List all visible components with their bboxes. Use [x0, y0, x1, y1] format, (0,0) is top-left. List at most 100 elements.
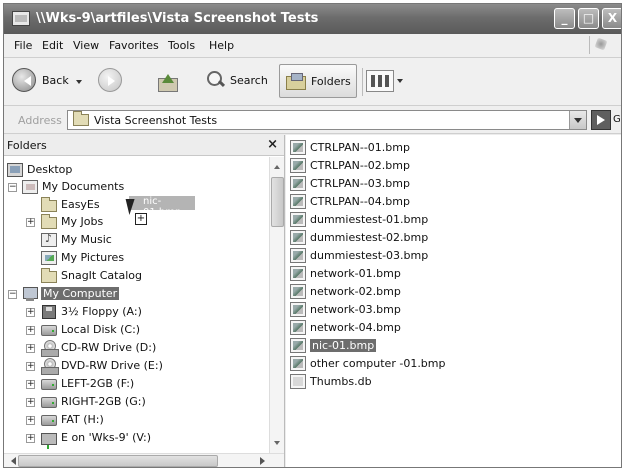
minimize-button[interactable]: _: [554, 8, 575, 29]
folders-pane-title: Folders: [7, 139, 47, 152]
search-label: Search: [230, 74, 268, 87]
file-name: Thumbs.db: [310, 375, 372, 388]
tree-item-floppy-a[interactable]: + 3½ Floppy (A:): [4, 304, 142, 321]
tree-item-local-disk-c[interactable]: + Local Disk (C:): [4, 322, 140, 339]
title-bar[interactable]: \\Wks-9\artfiles\Vista Screenshot Tests …: [4, 4, 621, 34]
close-pane-icon[interactable]: ×: [267, 137, 278, 152]
menu-edit[interactable]: Edit: [42, 39, 63, 52]
go-label[interactable]: Go: [613, 114, 621, 125]
expand-toggle[interactable]: +: [26, 344, 35, 353]
tree-item-desktop[interactable]: Desktop: [4, 162, 72, 179]
network-drive-icon: [41, 433, 57, 449]
tree-item-e-on-wks9-v[interactable]: + E on 'Wks-9' (V:): [4, 430, 151, 449]
folders-pane-header: Folders ×: [4, 135, 284, 156]
menu-bar: File Edit View Favorites Tools Help: [4, 34, 621, 58]
up-folder-icon: [156, 70, 178, 92]
maximize-button[interactable]: □: [578, 8, 599, 29]
file-name: dummiestest-03.bmp: [310, 249, 429, 262]
expand-toggle[interactable]: +: [26, 326, 35, 335]
folders-icon: [286, 73, 306, 90]
up-folder-button[interactable]: [154, 64, 180, 98]
scrollbar-thumb[interactable]: [18, 455, 218, 467]
address-dropdown-icon[interactable]: [569, 111, 586, 129]
collapse-toggle[interactable]: −: [8, 183, 17, 192]
expand-toggle[interactable]: +: [26, 362, 35, 371]
tree-item-dvd-rw-e[interactable]: + DVD-RW Drive (E:): [4, 358, 163, 375]
tree-item-label: E on 'Wks-9' (V:): [61, 431, 152, 444]
folder-icon: [41, 197, 57, 212]
tree-item-label: 3½ Floppy (A:): [61, 305, 142, 318]
file-name: network-04.bmp: [310, 321, 401, 334]
tree-item-label: Local Disk (C:): [61, 323, 141, 336]
tree-item-left-2gb-f[interactable]: + LEFT-2GB (F:): [4, 376, 134, 393]
file-name: nic-01.bmp: [310, 339, 377, 352]
menu-favorites[interactable]: Favorites: [109, 39, 159, 52]
address-field[interactable]: Vista Screenshot Tests: [67, 110, 587, 130]
address-bar: Address Vista Screenshot Tests Go: [4, 106, 621, 134]
file-name: CTRLPAN--01.bmp: [310, 141, 410, 154]
expand-toggle[interactable]: +: [26, 416, 35, 425]
floppy-drive-icon: [42, 305, 56, 319]
folder-icon: [73, 111, 89, 126]
views-button[interactable]: [366, 70, 394, 92]
tree-item-fat-h[interactable]: + FAT (H:): [4, 412, 104, 429]
expand-toggle[interactable]: +: [26, 398, 35, 407]
cd-drive-icon: [41, 340, 59, 357]
menu-help[interactable]: Help: [209, 39, 234, 52]
expand-toggle[interactable]: +: [26, 434, 35, 443]
file-name: other computer -01.bmp: [310, 357, 446, 370]
back-dropdown-icon[interactable]: [76, 80, 82, 87]
toolbar: Back Search Folders: [4, 58, 621, 106]
file-name: CTRLPAN--03.bmp: [310, 177, 410, 190]
forward-button[interactable]: [96, 64, 126, 98]
folders-button[interactable]: Folders: [279, 64, 357, 98]
tree-item-my-computer[interactable]: − My Computer: [4, 286, 120, 303]
file-name: network-03.bmp: [310, 303, 401, 316]
tree-item-my-documents[interactable]: − My Documents: [4, 179, 124, 196]
explorer-window: \\Wks-9\artfiles\Vista Screenshot Tests …: [3, 3, 622, 468]
folder-icon: [41, 268, 57, 283]
tree-item-my-pictures[interactable]: My Pictures: [4, 250, 124, 267]
windows-logo-icon: [589, 36, 611, 54]
back-arrow-icon: [12, 68, 36, 92]
tree-item-label: CD-RW Drive (D:): [61, 341, 157, 354]
expand-toggle[interactable]: +: [26, 308, 35, 317]
address-value: Vista Screenshot Tests: [94, 114, 218, 127]
folder-tree-vertical-scrollbar[interactable]: [269, 157, 284, 453]
collapse-toggle[interactable]: −: [8, 290, 17, 299]
search-icon: [206, 70, 226, 90]
tree-item-right-2gb-g[interactable]: + RIGHT-2GB (G:): [4, 394, 146, 411]
explorer-window-icon[interactable]: [12, 11, 30, 26]
bitmap-file-icon: [290, 194, 306, 209]
close-button[interactable]: X: [602, 8, 621, 29]
tree-item-label: My Pictures: [61, 251, 125, 264]
tree-item-label: DVD-RW Drive (E:): [61, 359, 163, 372]
window-title: \\Wks-9\artfiles\Vista Screenshot Tests: [36, 11, 319, 26]
menu-view[interactable]: View: [73, 39, 99, 52]
expand-toggle[interactable]: +: [26, 218, 35, 227]
scroll-right-arrow-icon[interactable]: [256, 456, 266, 466]
pictures-folder-icon: [41, 251, 57, 265]
scroll-up-arrow-icon[interactable]: [271, 159, 284, 173]
file-name: network-01.bmp: [310, 267, 401, 280]
folders-label: Folders: [311, 75, 351, 88]
drag-ghost-label: nic-01.bmp: [143, 196, 182, 218]
address-label: Address: [18, 114, 62, 127]
tree-item-label: My Documents: [42, 180, 125, 193]
scrollbar-thumb[interactable]: [271, 177, 284, 227]
menu-file[interactable]: File: [14, 39, 32, 52]
folder-tree-horizontal-scrollbar[interactable]: [4, 453, 284, 467]
tree-item-my-music[interactable]: My Music: [4, 232, 112, 249]
file-name: dummiestest-02.bmp: [310, 231, 429, 244]
scroll-left-arrow-icon[interactable]: [6, 456, 16, 466]
search-button[interactable]: Search: [204, 64, 274, 98]
views-dropdown-icon[interactable]: [397, 79, 403, 86]
back-button[interactable]: Back: [12, 64, 86, 98]
bitmap-file-icon: [290, 284, 306, 299]
my-documents-icon: [22, 180, 38, 194]
menu-tools[interactable]: Tools: [168, 39, 195, 52]
go-arrow-icon[interactable]: [591, 110, 611, 130]
scroll-down-arrow-icon[interactable]: [271, 437, 284, 451]
tree-item-cd-rw-d[interactable]: + CD-RW Drive (D:): [4, 340, 156, 357]
expand-toggle[interactable]: +: [26, 380, 35, 389]
